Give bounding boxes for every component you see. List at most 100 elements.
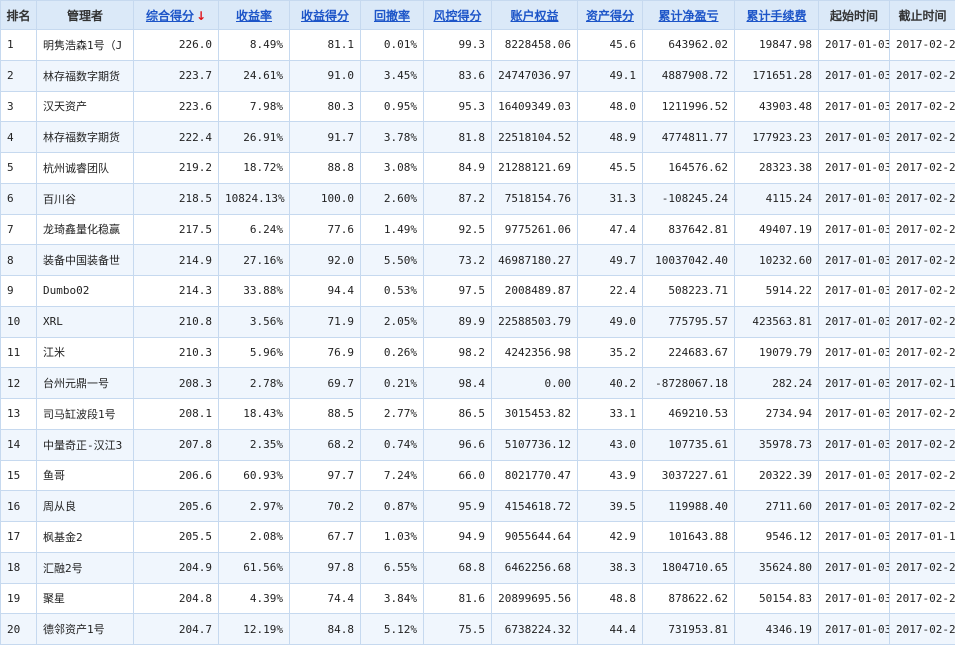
table-row: 14中量奇正-汉江3207.82.35%68.20.74%96.65107736… xyxy=(1,429,955,460)
cell-net-pnl: 775795.57 xyxy=(643,306,735,337)
cell-risk-score: 96.6 xyxy=(424,429,492,460)
table-row: 15鱼哥206.660.93%97.77.24%66.08021770.4743… xyxy=(1,460,955,491)
cell-manager[interactable]: 林存福数字期货 xyxy=(37,60,134,91)
cell-equity: 0.00 xyxy=(492,368,578,399)
cell-equity: 8228458.06 xyxy=(492,30,578,61)
cell-manager[interactable]: 司马缸波段1号 xyxy=(37,399,134,430)
cell-end: 2017-02-22 xyxy=(890,122,955,153)
cell-asset-score: 43.9 xyxy=(578,460,643,491)
cell-manager[interactable]: 台州元鼎一号 xyxy=(37,368,134,399)
cell-manager[interactable]: 龙琦鑫量化稳赢 xyxy=(37,214,134,245)
cell-manager[interactable]: 鱼哥 xyxy=(37,460,134,491)
cell-composite: 208.1 xyxy=(134,399,219,430)
cell-manager[interactable]: 汇融2号 xyxy=(37,552,134,583)
cell-manager[interactable]: 百川谷 xyxy=(37,183,134,214)
cell-composite: 214.9 xyxy=(134,245,219,276)
cell-rank: 15 xyxy=(1,460,37,491)
cell-end: 2017-02-22 xyxy=(890,91,955,122)
cell-composite: 207.8 xyxy=(134,429,219,460)
cell-manager[interactable]: 周从良 xyxy=(37,491,134,522)
cell-asset-score: 49.1 xyxy=(578,60,643,91)
table-row: 7龙琦鑫量化稳赢217.56.24%77.61.49%92.59775261.0… xyxy=(1,214,955,245)
sort-desc-icon[interactable]: ↓ xyxy=(196,9,206,23)
table-row: 16周从良205.62.97%70.20.87%95.94154618.7239… xyxy=(1,491,955,522)
cell-start: 2017-01-03 xyxy=(819,30,890,61)
cell-fees: 35978.73 xyxy=(735,429,819,460)
column-header-return-rate[interactable]: 收益率 xyxy=(219,1,290,30)
table-row: 6百川谷218.510824.13%100.02.60%87.27518154.… xyxy=(1,183,955,214)
cell-manager[interactable]: 聚星 xyxy=(37,583,134,614)
cell-drawdown: 2.77% xyxy=(361,399,424,430)
cell-return-score: 84.8 xyxy=(290,614,361,645)
cell-return-rate: 4.39% xyxy=(219,583,290,614)
cell-return-score: 91.0 xyxy=(290,60,361,91)
cell-rank: 2 xyxy=(1,60,37,91)
column-header-equity[interactable]: 账户权益 xyxy=(492,1,578,30)
cell-manager[interactable]: 枫基金2 xyxy=(37,522,134,553)
cell-equity: 22588503.79 xyxy=(492,306,578,337)
cell-composite: 223.6 xyxy=(134,91,219,122)
table-row: 2林存福数字期货223.724.61%91.03.45%83.624747036… xyxy=(1,60,955,91)
cell-equity: 6738224.32 xyxy=(492,614,578,645)
cell-return-score: 69.7 xyxy=(290,368,361,399)
cell-risk-score: 95.3 xyxy=(424,91,492,122)
cell-composite: 208.3 xyxy=(134,368,219,399)
cell-manager[interactable]: 林存福数字期货 xyxy=(37,122,134,153)
cell-return-score: 88.8 xyxy=(290,153,361,184)
cell-start: 2017-01-03 xyxy=(819,614,890,645)
cell-end: 2017-02-22 xyxy=(890,153,955,184)
cell-fees: 282.24 xyxy=(735,368,819,399)
cell-manager[interactable]: 明隽浩森1号（J xyxy=(37,30,134,61)
cell-net-pnl: 101643.88 xyxy=(643,522,735,553)
cell-end: 2017-02-21 xyxy=(890,583,955,614)
cell-risk-score: 83.6 xyxy=(424,60,492,91)
cell-fees: 20322.39 xyxy=(735,460,819,491)
cell-end: 2017-01-19 xyxy=(890,522,955,553)
cell-asset-score: 35.2 xyxy=(578,337,643,368)
cell-manager[interactable]: 汉天资产 xyxy=(37,91,134,122)
cell-rank: 5 xyxy=(1,153,37,184)
column-header-asset-score[interactable]: 资产得分 xyxy=(578,1,643,30)
cell-rank: 14 xyxy=(1,429,37,460)
cell-rank: 6 xyxy=(1,183,37,214)
cell-composite: 205.6 xyxy=(134,491,219,522)
cell-composite: 223.7 xyxy=(134,60,219,91)
cell-rank: 4 xyxy=(1,122,37,153)
column-header-composite[interactable]: 综合得分↓ xyxy=(134,1,219,30)
table-row: 9Dumbo02214.333.88%94.40.53%97.52008489.… xyxy=(1,276,955,307)
cell-net-pnl: 119988.40 xyxy=(643,491,735,522)
column-header-return-score[interactable]: 收益得分 xyxy=(290,1,361,30)
column-header-drawdown[interactable]: 回撤率 xyxy=(361,1,424,30)
cell-start: 2017-01-03 xyxy=(819,399,890,430)
cell-fees: 35624.80 xyxy=(735,552,819,583)
cell-manager[interactable]: 中量奇正-汉江3 xyxy=(37,429,134,460)
cell-manager[interactable]: XRL xyxy=(37,306,134,337)
cell-manager[interactable]: 江米 xyxy=(37,337,134,368)
cell-start: 2017-01-03 xyxy=(819,583,890,614)
cell-manager[interactable]: 装备中国装备世 xyxy=(37,245,134,276)
column-header-fees[interactable]: 累计手续费 xyxy=(735,1,819,30)
column-header-risk-score[interactable]: 风控得分 xyxy=(424,1,492,30)
cell-drawdown: 0.87% xyxy=(361,491,424,522)
cell-drawdown: 1.03% xyxy=(361,522,424,553)
cell-net-pnl: 10037042.40 xyxy=(643,245,735,276)
cell-manager[interactable]: 德邻资产1号 xyxy=(37,614,134,645)
cell-end: 2017-02-22 xyxy=(890,306,955,337)
table-row: 12台州元鼎一号208.32.78%69.70.21%98.40.0040.2-… xyxy=(1,368,955,399)
cell-end: 2017-02-22 xyxy=(890,491,955,522)
cell-rank: 10 xyxy=(1,306,37,337)
cell-manager[interactable]: Dumbo02 xyxy=(37,276,134,307)
cell-equity: 4154618.72 xyxy=(492,491,578,522)
cell-asset-score: 47.4 xyxy=(578,214,643,245)
cell-drawdown: 3.45% xyxy=(361,60,424,91)
cell-asset-score: 31.3 xyxy=(578,183,643,214)
cell-risk-score: 66.0 xyxy=(424,460,492,491)
cell-fees: 2711.60 xyxy=(735,491,819,522)
cell-fees: 9546.12 xyxy=(735,522,819,553)
cell-asset-score: 48.9 xyxy=(578,122,643,153)
cell-manager[interactable]: 杭州诚睿团队 xyxy=(37,153,134,184)
table-row: 3汉天资产223.67.98%80.30.95%95.316409349.034… xyxy=(1,91,955,122)
cell-start: 2017-01-03 xyxy=(819,522,890,553)
column-header-net-pnl[interactable]: 累计净盈亏 xyxy=(643,1,735,30)
cell-return-score: 100.0 xyxy=(290,183,361,214)
